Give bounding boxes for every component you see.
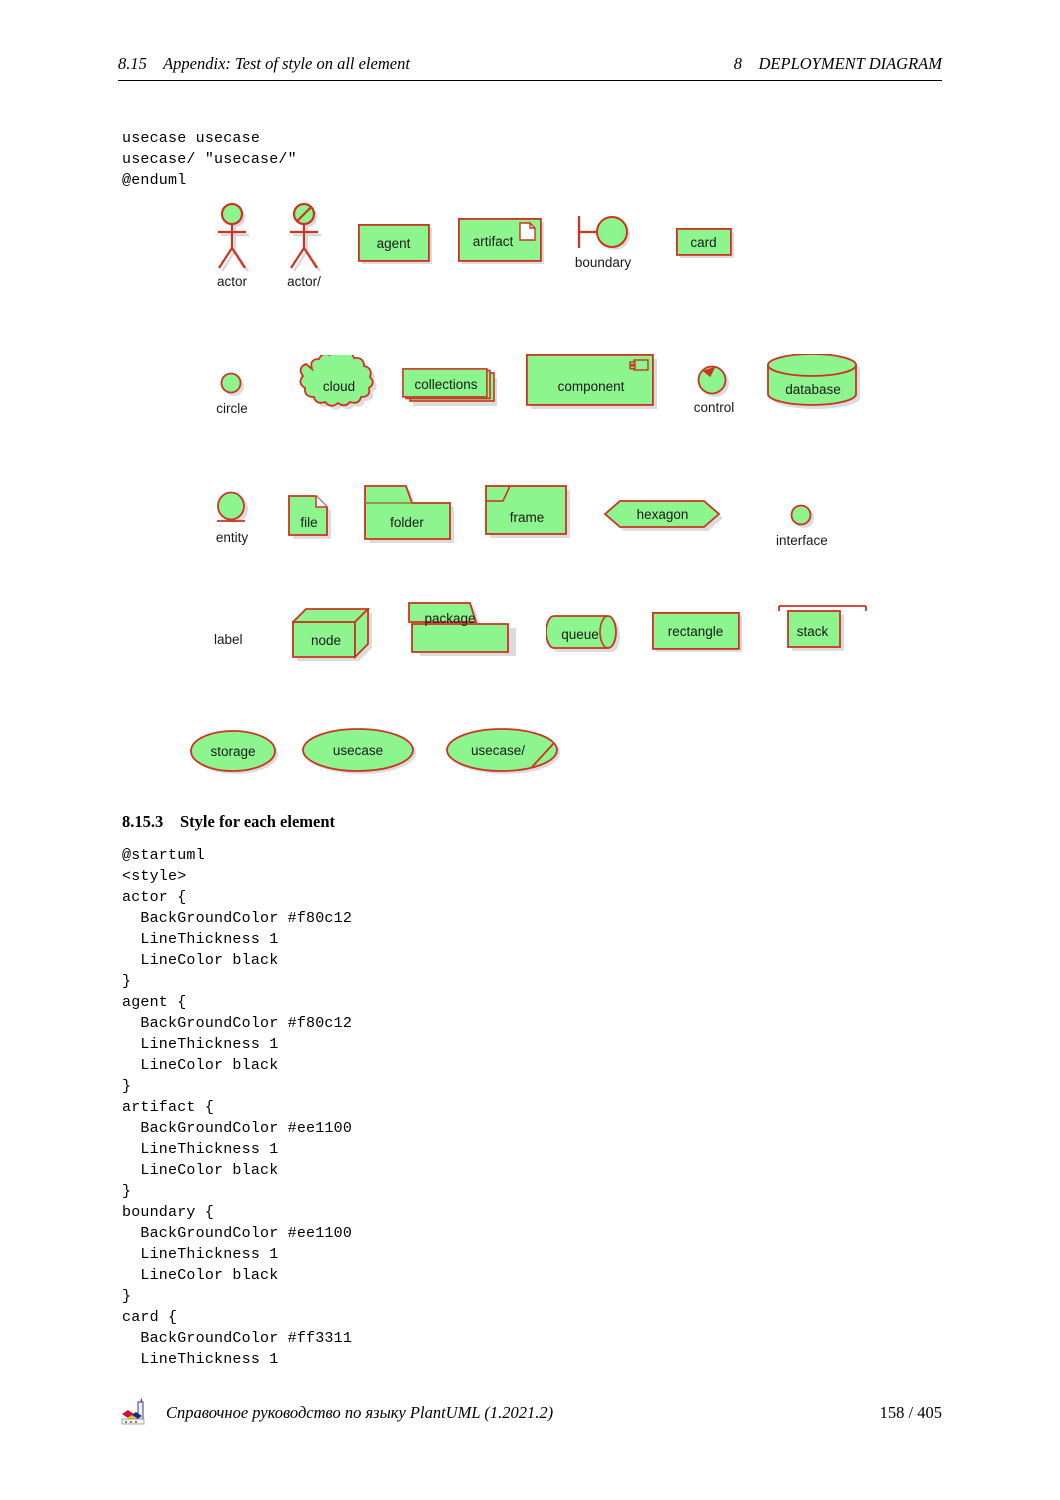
component-shape: component <box>526 354 660 412</box>
uml-item-boundary: boundary <box>572 210 634 270</box>
shape-label: collections <box>414 376 478 392</box>
node-shape: node <box>292 608 376 664</box>
uml-item-file: file <box>288 495 336 541</box>
section-title: Style for each element <box>180 812 336 831</box>
uml-item-storage: storage <box>190 730 280 776</box>
shape-label: storage <box>210 744 256 759</box>
uml-caption: actor/ <box>287 274 321 289</box>
shape-label: agent <box>376 236 411 251</box>
collections-shape: collections <box>402 368 500 408</box>
database-shape: database <box>766 354 868 412</box>
shape-label: frame <box>509 509 545 525</box>
uml-item-cloud: cloud <box>290 355 386 417</box>
storage-shape: storage <box>190 730 280 776</box>
folder-shape: folder <box>364 485 458 545</box>
code-block-top: usecase usecase usecase/ "usecase/" @end… <box>122 130 297 189</box>
shape-label: hexagon <box>636 507 689 522</box>
uml-item-node: node <box>292 608 376 664</box>
plantuml-logo-icon <box>118 1398 152 1428</box>
shape-label: file <box>300 515 318 530</box>
code-block-style: @startuml <style> actor { BackGroundColo… <box>122 847 353 1368</box>
header-divider <box>118 80 942 82</box>
shape-label: rectangle <box>667 624 724 639</box>
package-shape: package <box>408 602 520 660</box>
section-number: 8.15.3 <box>122 812 164 831</box>
uml-item-folder: folder <box>364 485 458 545</box>
uml-caption: actor <box>216 274 247 289</box>
rectangle-shape: rectangle <box>652 612 744 654</box>
uml-item-entity: entity <box>210 490 254 545</box>
shape-label: package <box>424 610 476 626</box>
uml-caption: control <box>693 400 735 415</box>
uml-item-agent: agent <box>358 224 434 266</box>
shape-label: cloud <box>322 379 356 394</box>
uml-item-label: label <box>214 630 243 647</box>
footer-page-number: 158 / 405 <box>879 1403 942 1422</box>
uml-element-gallery: actor actor/ agent artifact boundary car… <box>0 190 1060 790</box>
footer-title: Справочное руководство по языку PlantUML… <box>166 1403 554 1422</box>
page-header: 8.15 Appendix: Test of style on all elem… <box>118 54 942 74</box>
queue-shape: queue <box>546 614 628 656</box>
shape-label: usecase <box>332 743 384 758</box>
shape-label: card <box>690 235 717 250</box>
uml-item-control: control <box>692 358 736 415</box>
uml-item-interface: interface <box>776 502 828 548</box>
control-shape <box>692 358 736 402</box>
stack-shape: stack <box>778 602 870 658</box>
uml-item-collections: collections <box>402 368 500 408</box>
shape-label: queue <box>561 626 599 642</box>
section-heading: 8.15.3 Style for each element <box>122 812 335 832</box>
uml-item-component: component <box>526 354 660 412</box>
shape-label: database <box>785 382 841 397</box>
boundary-shape <box>572 210 634 256</box>
footer-left-group: Справочное руководство по языку PlantUML… <box>118 1398 553 1428</box>
uml-item-rectangle: rectangle <box>652 612 744 654</box>
shape-label: node <box>310 633 342 648</box>
file-shape: file <box>288 495 336 541</box>
interface-shape <box>784 502 820 532</box>
entity-shape <box>210 490 254 530</box>
uml-caption: label <box>214 632 243 647</box>
shape-label: folder <box>390 514 424 530</box>
header-section-label: 8.15 Appendix: Test of style on all elem… <box>118 54 410 73</box>
uml-item-package: package <box>408 602 520 660</box>
uml-item-frame: frame <box>485 485 573 541</box>
card-shape: card <box>676 228 736 260</box>
shape-label: artifact <box>472 233 514 249</box>
uml-item-queue: queue <box>546 614 628 656</box>
uml-item-artifact: artifact <box>458 218 546 266</box>
uml-caption: circle <box>216 401 248 416</box>
uml-item-usecase-slash: usecase/ <box>446 728 564 776</box>
agent-shape: agent <box>358 224 434 266</box>
frame-shape: frame <box>485 485 573 541</box>
cloud-shape: cloud <box>290 355 386 417</box>
page-footer: Справочное руководство по языку PlantUML… <box>118 1398 942 1428</box>
uml-item-circle: circle <box>214 370 250 416</box>
shape-label: stack <box>796 624 829 639</box>
actor-slash-shape <box>278 202 330 272</box>
uml-item-stack: stack <box>778 602 870 658</box>
actor-shape <box>206 202 258 272</box>
circle-shape <box>214 370 250 400</box>
artifact-shape: artifact <box>458 218 546 266</box>
hexagon-shape: hexagon <box>604 500 726 534</box>
shape-label: usecase/ <box>470 743 526 758</box>
uml-item-actor: actor <box>206 202 258 289</box>
usecase-slash-shape: usecase/ <box>446 728 564 776</box>
uml-caption: boundary <box>574 255 632 270</box>
header-chapter-label: 8 DEPLOYMENT DIAGRAM <box>733 54 942 73</box>
uml-item-actor-slash: actor/ <box>278 202 330 289</box>
uml-item-hexagon: hexagon <box>604 500 726 534</box>
shape-label: component <box>557 379 625 394</box>
uml-caption: interface <box>776 533 828 548</box>
usecase-shape: usecase <box>302 728 418 776</box>
uml-item-usecase: usecase <box>302 728 418 776</box>
uml-item-database: database <box>766 354 868 412</box>
uml-item-card: card <box>676 228 736 260</box>
uml-caption: entity <box>215 530 249 545</box>
